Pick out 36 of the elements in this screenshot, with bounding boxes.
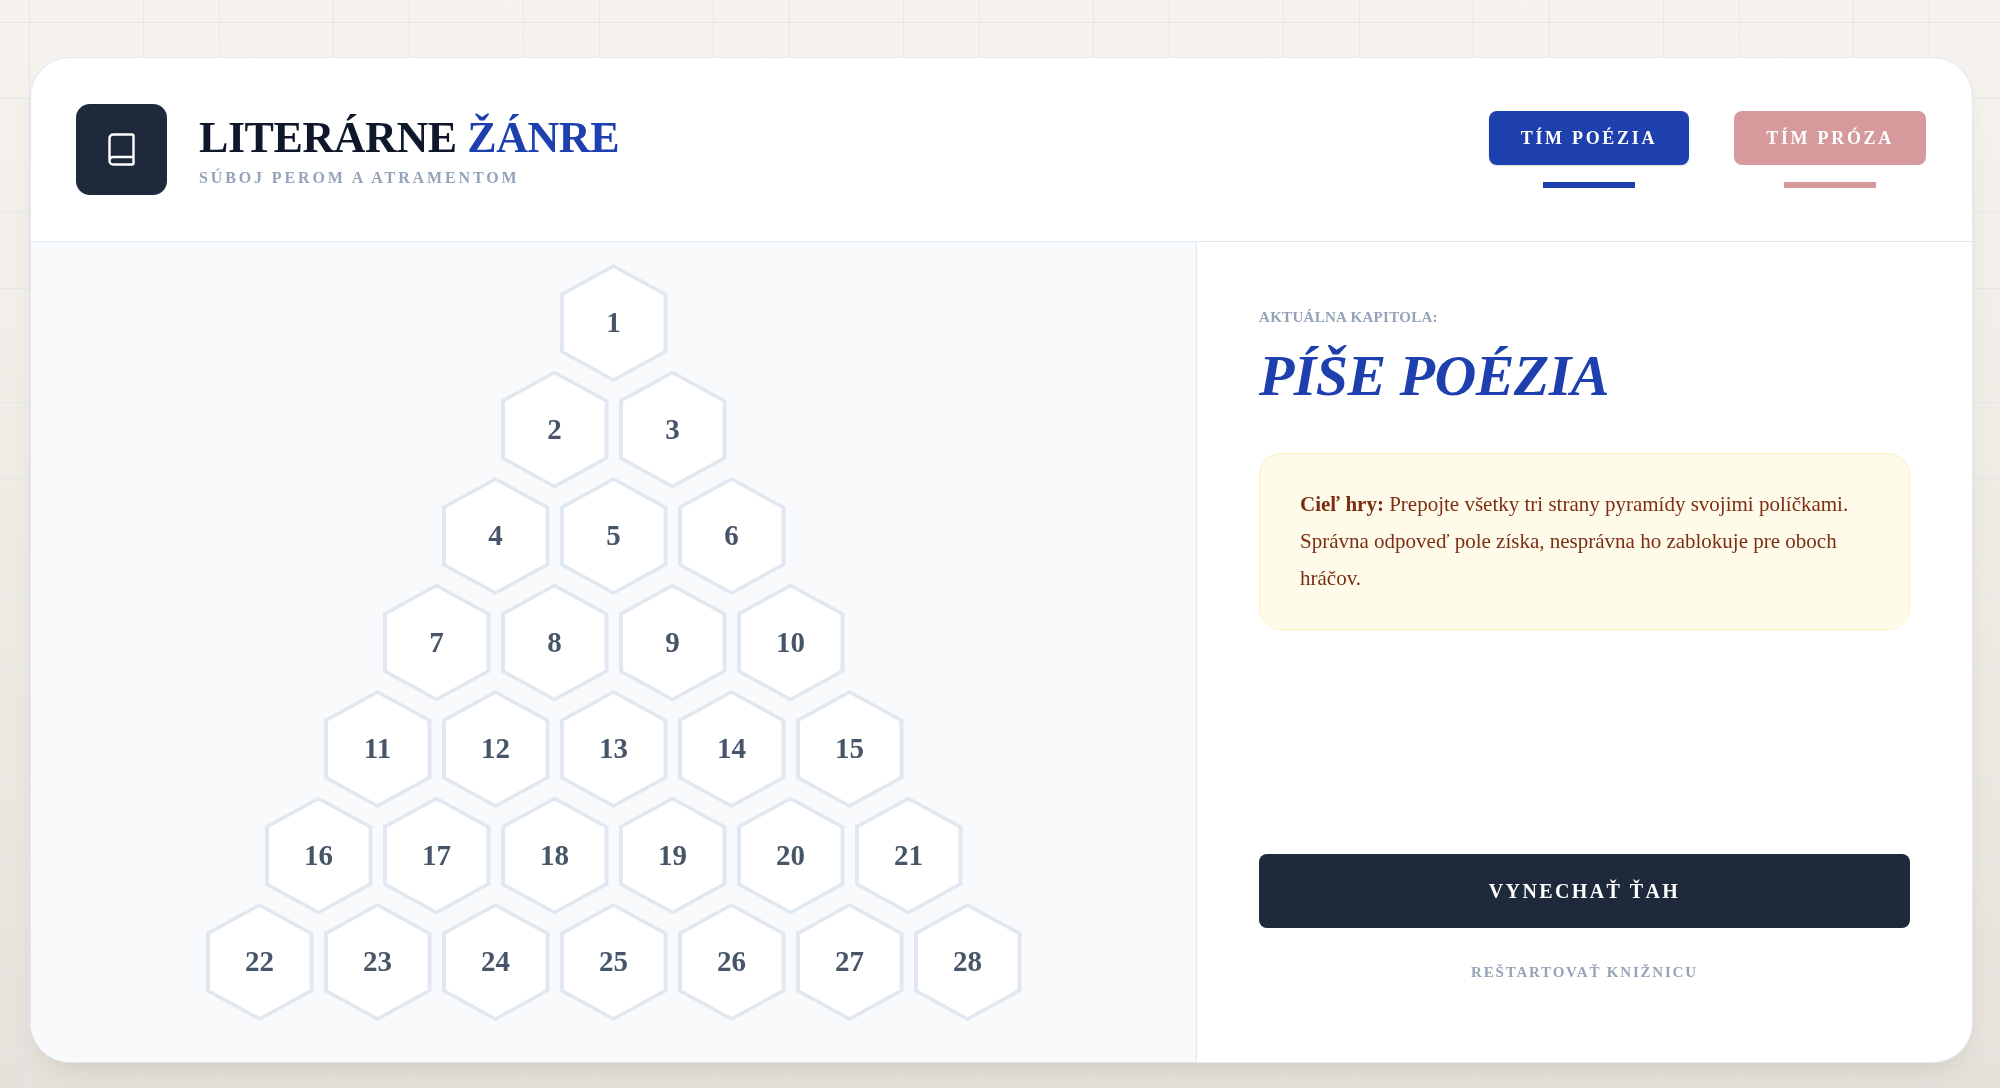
hex-cell[interactable]: 28 [913, 903, 1022, 1021]
hex-cell[interactable]: 21 [854, 796, 963, 915]
hex-cell[interactable]: 5 [559, 477, 668, 595]
hex-cell[interactable]: 15 [795, 690, 904, 808]
hex-cell[interactable]: 27 [795, 903, 904, 1021]
hex-cell[interactable]: 4 [441, 477, 550, 595]
hex-cell[interactable]: 11 [323, 690, 432, 808]
hex-cell[interactable]: 23 [323, 903, 432, 1021]
hex-cell[interactable]: 6 [677, 477, 786, 595]
hex-cell[interactable]: 1 [559, 264, 668, 382]
app-title: LITERÁRNE ŽÁNRE [199, 111, 620, 164]
hex-cell[interactable]: 20 [736, 796, 845, 915]
chapter-caption: AKTUÁLNA KAPITOLA: [1259, 308, 1439, 326]
hex-cell[interactable]: 22 [205, 903, 314, 1021]
book-icon [76, 104, 167, 195]
rules-text: Cieľ hry: Prepojte všetky tri strany pyramídy svojimi políčkami. Správna odpoveď pole získa, nesprávna ho zablokuje pre oboch hráčov. [1300, 491, 1850, 592]
hex-cell[interactable]: 2 [500, 370, 609, 489]
hex-cell[interactable]: 3 [618, 370, 727, 489]
hex-cell[interactable]: 7 [382, 583, 491, 702]
hex-cell[interactable]: 25 [559, 903, 668, 1021]
app-subtitle: SÚBOJ PEROM A ATRAMENTOM [199, 167, 521, 188]
hex-cell[interactable]: 8 [500, 583, 609, 702]
hex-cell[interactable]: 19 [618, 796, 727, 915]
hex-cell[interactable]: 14 [677, 690, 786, 808]
team-tab[interactable]: TÍM POÉZIA [1488, 111, 1690, 165]
hex-cell[interactable]: 16 [264, 796, 373, 915]
hex-cell[interactable]: 12 [441, 690, 550, 808]
skip-turn-button[interactable]: VYNECHAŤ ŤAH [1259, 854, 1910, 928]
chapter-title: PÍŠE POÉZIA [1259, 347, 1610, 405]
hex-cell[interactable]: 13 [559, 690, 668, 808]
hex-cell[interactable]: 17 [382, 796, 491, 915]
hex-cell[interactable]: 9 [618, 583, 727, 702]
hex-cell[interactable]: 24 [441, 903, 550, 1021]
hex-cell[interactable]: 18 [500, 796, 609, 915]
hex-cell[interactable]: 26 [677, 903, 786, 1021]
hex-cell[interactable]: 10 [736, 583, 845, 702]
